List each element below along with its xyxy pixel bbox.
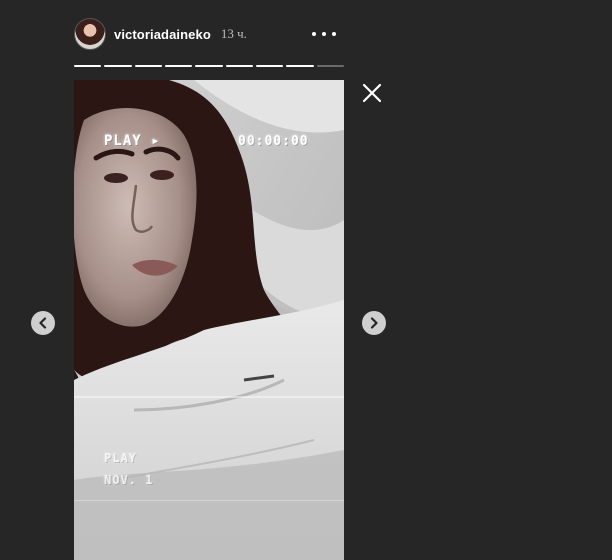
more-dot (312, 32, 316, 36)
progress-segment (255, 65, 284, 67)
chevron-right-icon (370, 317, 378, 329)
story-header: victoriadaineko 13 ч. (74, 17, 344, 51)
previous-story-button[interactable] (31, 311, 55, 335)
progress-segment (316, 65, 344, 67)
progress-segment (286, 65, 314, 67)
progress-segment (104, 65, 132, 67)
progress-segment (74, 65, 102, 67)
timestamp: 13 ч. (220, 26, 247, 41)
progress-segment (134, 65, 162, 67)
more-options-button[interactable] (312, 25, 336, 43)
vhs-bottom-label: PLAY (104, 451, 137, 465)
chevron-left-icon (39, 317, 47, 329)
vhs-timecode: 00:00:00 (238, 134, 309, 149)
vhs-play-label: PLAY ▸ (104, 133, 161, 149)
story-media[interactable]: PLAY ▸ 00:00:00 PLAY NOV. 1 (74, 80, 344, 560)
next-story-button[interactable] (362, 311, 386, 335)
story-photo (74, 80, 344, 560)
progress-segment (195, 65, 223, 67)
progress-segment (164, 65, 193, 67)
story-viewer: victoriadaineko 13 ч. PLAY ▸ 00:00:00 PL… (0, 0, 612, 560)
more-dot (322, 32, 326, 36)
avatar[interactable] (74, 18, 106, 50)
close-button[interactable] (361, 82, 383, 104)
story-progress-bar (74, 65, 344, 68)
progress-segment (225, 65, 253, 67)
username[interactable]: victoriadaineko (114, 27, 211, 42)
more-dot (332, 32, 336, 36)
close-icon (362, 83, 382, 103)
vhs-bottom-date: NOV. 1 (104, 473, 154, 487)
